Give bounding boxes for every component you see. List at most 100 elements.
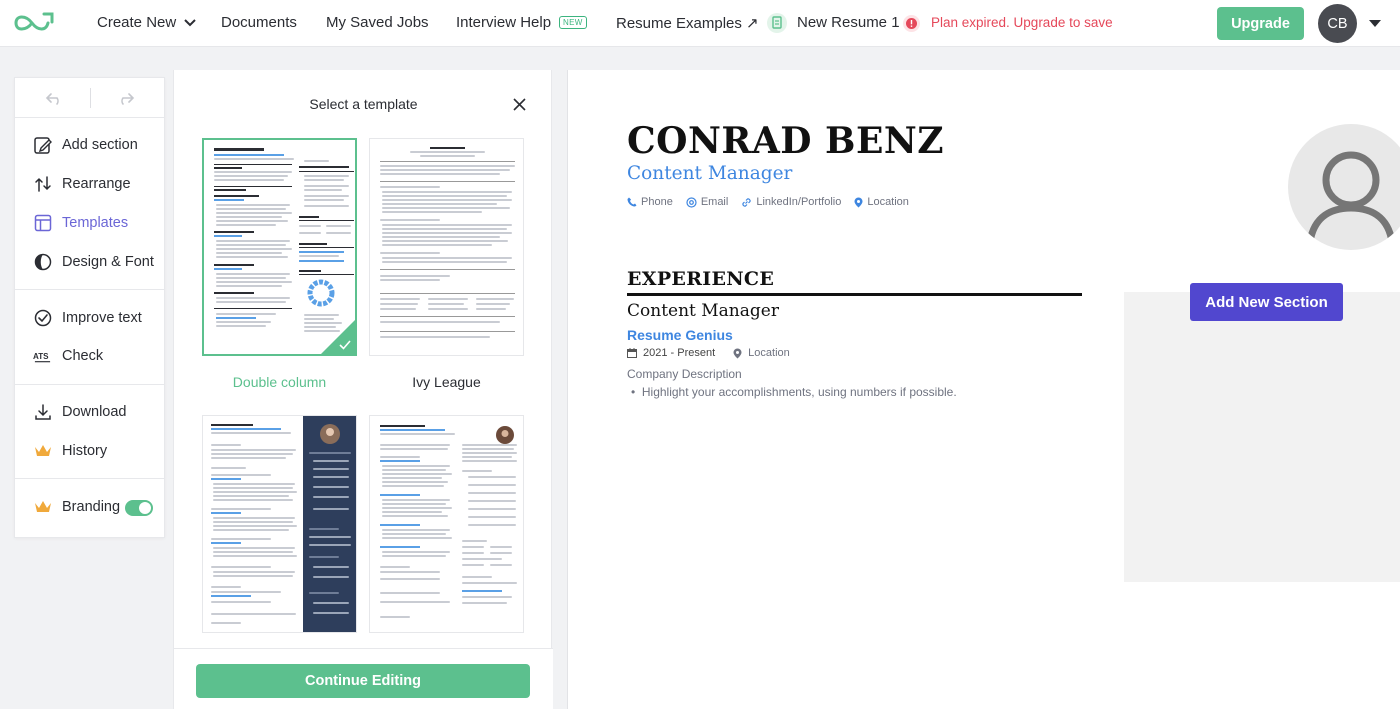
close-icon[interactable] — [513, 98, 526, 111]
at-icon — [686, 196, 697, 208]
download-button[interactable]: Download — [15, 393, 164, 432]
template-panel-footer: Continue Editing — [174, 648, 553, 709]
upgrade-button[interactable]: Upgrade — [1217, 7, 1304, 40]
document-icon — [767, 13, 787, 33]
add-section-button[interactable]: Add section — [15, 126, 164, 165]
undo-icon[interactable] — [45, 90, 65, 106]
job-location[interactable]: Location — [733, 347, 790, 359]
contact-phone-label: Phone — [641, 196, 673, 208]
nav-interview-help[interactable]: Interview Help NEW — [456, 14, 587, 31]
logo-icon[interactable] — [12, 10, 56, 36]
rearrange-button[interactable]: Rearrange — [15, 165, 164, 204]
contact-location-label: Location — [867, 196, 909, 208]
crown-icon — [33, 441, 52, 460]
contact-phone[interactable]: Phone — [627, 196, 673, 208]
toolbar-group-export: Download History — [15, 385, 164, 480]
svg-text:ATS: ATS — [33, 352, 49, 361]
add-section-icon — [33, 136, 52, 155]
template-preview — [203, 416, 356, 632]
job-dates[interactable]: 2021 - Present — [643, 347, 715, 359]
design-font-icon — [33, 252, 52, 271]
company-description[interactable]: Company Description — [627, 367, 742, 381]
templates-icon — [33, 213, 52, 232]
section-heading-experience[interactable]: EXPERIENCE — [627, 268, 774, 290]
continue-editing-button[interactable]: Continue Editing — [196, 664, 530, 698]
toolbar-group-branding: Branding — [15, 479, 164, 534]
contact-email-label: Email — [700, 196, 729, 208]
template-preview — [370, 139, 523, 355]
crown-icon — [33, 497, 52, 516]
improve-text-icon — [33, 308, 52, 327]
caret-down-icon[interactable] — [1369, 20, 1381, 28]
nav-interview-help-label: Interview Help — [456, 14, 552, 31]
document-name[interactable]: New Resume 1 — [797, 14, 900, 31]
job-location-label: Location — [748, 347, 790, 359]
templates-button[interactable]: Templates — [15, 204, 164, 243]
download-icon — [33, 403, 52, 422]
contact-linkedin-label: LinkedIn/Portfolio — [756, 196, 842, 208]
ats-check-icon: ATS — [33, 347, 52, 366]
template-card-ivy-league[interactable] — [369, 138, 524, 356]
nav-resume-examples[interactable]: Resume Examples ↗ — [616, 14, 759, 32]
template-name-ivy-league[interactable]: Ivy League — [369, 374, 524, 390]
bullet-item[interactable]: • Highlight your accomplishments, using … — [631, 385, 957, 399]
contact-row: Phone Email LinkedIn/Portfolio Location — [627, 196, 922, 208]
new-badge: NEW — [559, 16, 587, 29]
section-divider — [627, 293, 1082, 296]
rearrange-icon — [33, 175, 52, 194]
location-pin-icon — [854, 197, 863, 207]
nav-documents[interactable]: Documents — [221, 14, 297, 31]
template-card-double-column[interactable] — [202, 138, 357, 356]
contact-linkedin[interactable]: LinkedIn/Portfolio — [741, 196, 841, 208]
template-selector-panel: Select a template Double column Ivy Leag… — [173, 70, 553, 709]
divider — [90, 88, 91, 108]
redo-icon[interactable] — [115, 90, 135, 106]
branding-label: Branding — [62, 498, 121, 515]
branding-row: Branding — [15, 487, 164, 526]
add-section-label: Add section — [62, 137, 138, 154]
profile-photo-placeholder[interactable] — [1288, 124, 1400, 250]
resume-name[interactable]: CONRAD BENZ — [627, 120, 944, 162]
design-font-button[interactable]: Design & Font — [15, 242, 164, 281]
editor-toolbar: Add section Rearrange Templates Design &… — [14, 77, 165, 538]
branding-toggle[interactable] — [125, 500, 153, 517]
job-title[interactable]: Content Manager — [627, 301, 779, 321]
nav-saved-jobs[interactable]: My Saved Jobs — [326, 14, 429, 31]
template-panel-title: Select a template — [309, 96, 418, 112]
history-label: History — [62, 442, 108, 459]
add-new-section-button[interactable]: Add New Section — [1190, 283, 1343, 321]
rearrange-label: Rearrange — [62, 176, 131, 193]
resume-page: CONRAD BENZ Content Manager Phone Email … — [567, 70, 1400, 709]
template-card-3[interactable] — [202, 415, 357, 633]
template-preview — [370, 416, 523, 632]
toolbar-group-structure: Add section Rearrange Templates Design &… — [15, 118, 164, 291]
phone-icon — [627, 197, 637, 207]
download-label: Download — [62, 404, 127, 421]
empty-column-area — [1124, 292, 1400, 582]
resume-title[interactable]: Content Manager — [627, 163, 792, 184]
improve-text-button[interactable]: Improve text — [15, 298, 164, 337]
alert-icon — [903, 15, 920, 32]
template-name-double-column[interactable]: Double column — [202, 374, 357, 390]
contact-location[interactable]: Location — [854, 196, 909, 208]
template-card-4[interactable] — [369, 415, 524, 633]
nav-create-new[interactable]: Create New — [97, 14, 197, 31]
bullet-text: Highlight your accomplishments, using nu… — [641, 385, 957, 399]
history-button[interactable]: History — [15, 432, 164, 471]
templates-label: Templates — [62, 214, 129, 231]
improve-text-label: Improve text — [62, 309, 142, 326]
company-name[interactable]: Resume Genius — [627, 327, 733, 343]
job-dates-row: 2021 - Present Location — [627, 347, 790, 359]
location-pin-icon — [733, 348, 742, 358]
user-icon — [1306, 151, 1396, 243]
toolbar-group-ai: Improve text ATS Check — [15, 290, 164, 385]
ats-check-button[interactable]: ATS Check — [15, 337, 164, 376]
contact-email[interactable]: Email — [686, 196, 729, 208]
link-icon — [742, 197, 751, 207]
ats-check-label: Check — [62, 348, 104, 365]
plan-expired-warning[interactable]: Plan expired. Upgrade to save — [931, 15, 1113, 30]
design-font-label: Design & Font — [62, 253, 154, 270]
undo-redo-row — [15, 78, 164, 118]
avatar[interactable]: CB — [1318, 4, 1357, 43]
calendar-icon — [627, 348, 637, 358]
